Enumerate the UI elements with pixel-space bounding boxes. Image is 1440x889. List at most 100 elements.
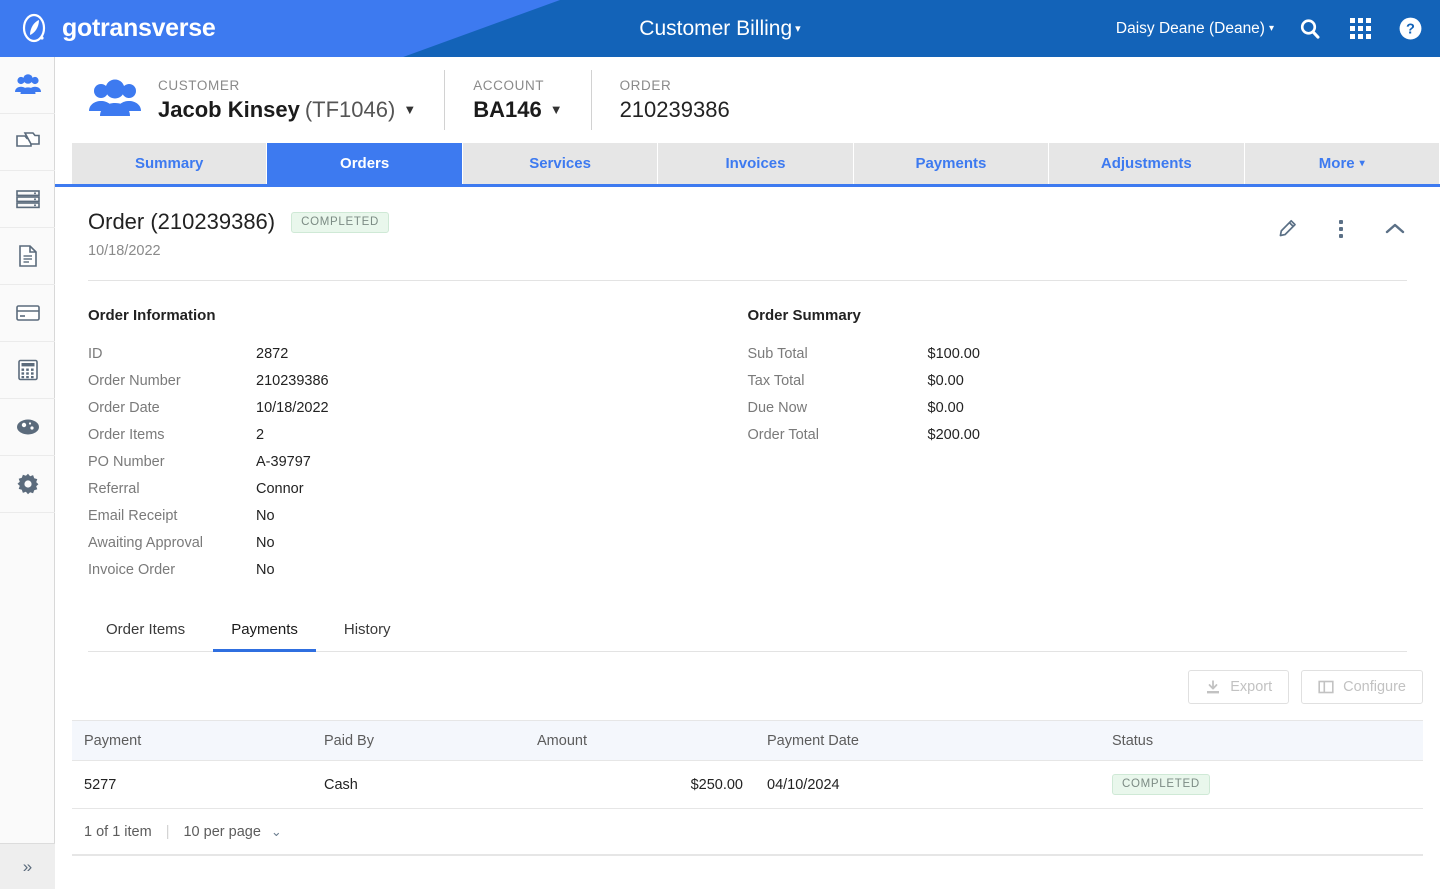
info-value: No — [256, 561, 275, 578]
chevron-down-icon[interactable]: ▼ — [550, 102, 563, 117]
order-summary-panel: Order Summary Sub Total $100.00 Tax Total… — [748, 307, 1408, 583]
columns-configure-icon — [1318, 680, 1334, 694]
customer-code: (TF1046) — [304, 96, 396, 122]
info-row: Order Number 210239386 — [88, 367, 708, 394]
breadcrumb: CUSTOMER Jacob Kinsey (TF1046) ▼ ACCOUNT… — [55, 57, 1440, 143]
collapse-button[interactable] — [1383, 217, 1407, 241]
sidebar-item-settings[interactable] — [0, 456, 55, 513]
tab-label: More — [1318, 155, 1355, 172]
sidebar-item-billing[interactable] — [0, 342, 55, 399]
customer-value: Jacob Kinsey (TF1046) ▼ — [158, 97, 416, 123]
kebab-menu-icon — [1339, 220, 1343, 238]
info-label: Invoice Order — [88, 561, 176, 578]
info-label: PO Number — [88, 453, 165, 470]
download-export-icon — [1207, 680, 1220, 694]
left-sidebar-rail: » — [0, 57, 55, 889]
column-header-payment[interactable]: Payment — [72, 733, 312, 749]
header-actions: Daisy Deane (Deane) ▾ ? — [1116, 0, 1424, 57]
sidebar-item-servers[interactable] — [0, 171, 55, 228]
configure-label: Configure — [1343, 679, 1406, 695]
info-row: ID 2872 — [88, 340, 708, 367]
main-tabs: Summary Orders Services Invoices Payment… — [55, 143, 1440, 187]
help-circle-icon: ? — [1399, 17, 1421, 40]
column-header-status[interactable]: Status — [1100, 733, 1423, 749]
summary-row: Order Total $200.00 — [748, 421, 1368, 448]
chevron-down-icon: ⌄ — [270, 823, 282, 839]
edit-button[interactable] — [1275, 217, 1299, 241]
order-information-panel: Order Information ID 2872 Order Number 210… — [88, 307, 748, 583]
sidebar-item-products[interactable] — [0, 114, 55, 171]
per-page-label: 10 per page — [183, 823, 261, 840]
column-header-payment-date[interactable]: Payment Date — [755, 733, 1100, 749]
chevron-up-icon — [1385, 223, 1405, 234]
order-number-value: 210239386 — [619, 96, 730, 122]
subtab-payments[interactable]: Payments — [213, 609, 316, 652]
tab-invoices[interactable]: Invoices — [658, 143, 854, 184]
cell-amount: $250.00 — [690, 776, 743, 793]
per-page-selector[interactable]: 10 per page ⌄ — [183, 824, 281, 840]
chevron-down-icon[interactable]: ▼ — [403, 102, 416, 117]
item-count: 1 of 1 item — [84, 823, 152, 840]
sidebar-item-payments[interactable] — [0, 285, 55, 342]
apps-grid-icon — [1349, 18, 1371, 39]
brand-logo-area[interactable]: gotransverse — [18, 0, 216, 57]
customer-name: Jacob Kinsey — [158, 96, 300, 122]
info-row: Order Date 10/18/2022 — [88, 394, 708, 421]
tab-orders[interactable]: Orders — [267, 143, 463, 184]
tab-services[interactable]: Services — [462, 143, 659, 184]
grid-toolbar: Export Configure — [55, 652, 1440, 704]
info-label: Email Receipt — [88, 507, 178, 524]
order-information-heading: Order Information — [88, 307, 216, 324]
info-row: Email Receipt No — [88, 502, 708, 529]
table-row[interactable]: 5277 Cash $250.00 04/10/2024 COMPLETED — [72, 761, 1423, 809]
customer-label: CUSTOMER — [158, 77, 240, 93]
account-label: ACCOUNT — [473, 77, 545, 93]
info-row: Referral Connor — [88, 475, 708, 502]
account-value: BA146 ▼ — [473, 97, 562, 123]
apps-button[interactable] — [1346, 15, 1374, 43]
tab-label: Adjustments — [1100, 155, 1192, 172]
sidebar-item-documents[interactable] — [0, 228, 55, 285]
export-button[interactable]: Export — [1188, 670, 1290, 704]
help-button[interactable]: ? — [1396, 15, 1424, 43]
cell-payment-date: 04/10/2024 — [767, 776, 840, 793]
info-value: 2872 — [256, 345, 289, 362]
credit-card-icon — [15, 305, 40, 321]
column-header-amount[interactable]: Amount — [525, 733, 755, 749]
info-row: Order Items 2 — [88, 421, 708, 448]
tab-label: Payments — [915, 155, 987, 172]
products-copy-icon — [15, 132, 40, 147]
breadcrumb-order: ORDER 210239386 — [592, 70, 758, 130]
sidebar-item-customers[interactable] — [0, 57, 55, 114]
column-header-paid-by[interactable]: Paid By — [312, 733, 525, 749]
summary-row: Due Now $0.00 — [748, 394, 1368, 421]
sidebar-expand-button[interactable]: » — [0, 843, 55, 889]
cell-payment: 5277 — [84, 776, 117, 793]
main-content: CUSTOMER Jacob Kinsey (TF1046) ▼ ACCOUNT… — [55, 57, 1440, 889]
order-detail-panels: Order Information ID 2872 Order Number 210… — [55, 281, 1440, 583]
breadcrumb-customer[interactable]: CUSTOMER Jacob Kinsey (TF1046) ▼ — [158, 70, 446, 130]
tab-adjustments[interactable]: Adjustments — [1049, 143, 1245, 184]
tab-more[interactable]: More ▾ — [1244, 143, 1440, 184]
status-badge: COMPLETED — [1112, 774, 1210, 795]
footer-separator: | — [165, 823, 170, 840]
sidebar-item-dashboard[interactable] — [0, 399, 55, 456]
cell-status: COMPLETED — [1100, 774, 1423, 795]
summary-label: Sub Total — [747, 345, 808, 362]
subtab-history[interactable]: History — [326, 609, 409, 652]
breadcrumb-account[interactable]: ACCOUNT BA146 ▼ — [445, 70, 592, 130]
order-label: ORDER — [619, 77, 672, 93]
more-options-button[interactable] — [1329, 217, 1353, 241]
user-menu[interactable]: Daisy Deane (Deane) ▾ — [1116, 20, 1274, 38]
configure-button[interactable]: Configure — [1301, 670, 1423, 704]
info-value: 210239386 — [256, 372, 329, 389]
info-value: 10/18/2022 — [256, 399, 329, 416]
info-row: Awaiting Approval No — [88, 529, 708, 556]
tab-payments[interactable]: Payments — [853, 143, 1050, 184]
user-name-label: Daisy Deane (Deane) — [1115, 19, 1265, 37]
tab-summary[interactable]: Summary — [72, 143, 268, 184]
subtab-order-items[interactable]: Order Items — [88, 609, 203, 652]
info-label: ID — [88, 345, 103, 362]
chevron-down-icon: ▾ — [795, 23, 801, 35]
search-button[interactable] — [1296, 15, 1324, 43]
